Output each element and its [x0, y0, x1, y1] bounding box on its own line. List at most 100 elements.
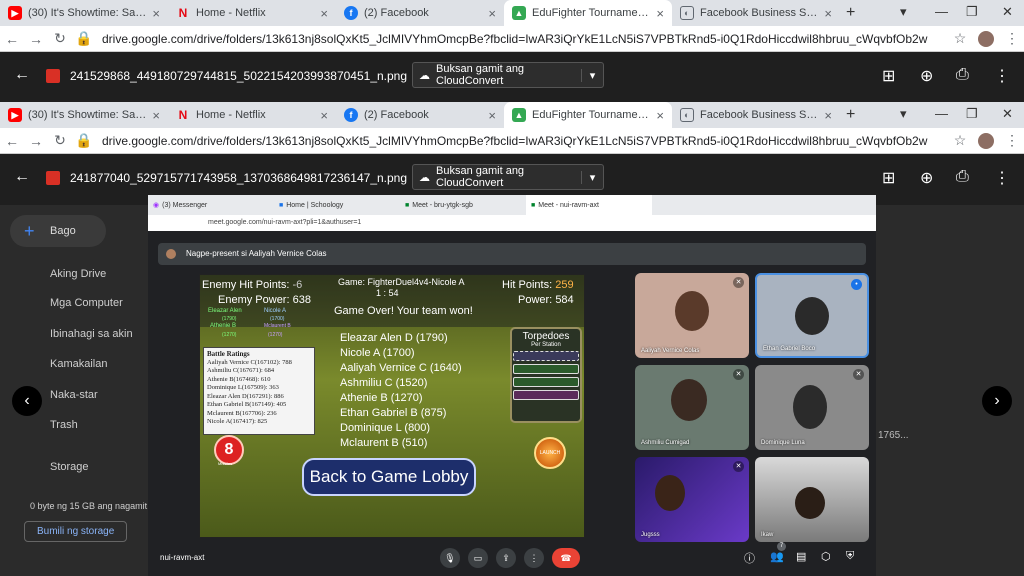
more-icon[interactable]: ⋮: [994, 66, 1010, 86]
avatar[interactable]: [978, 30, 994, 47]
drive-icon: ▲: [512, 108, 526, 122]
participant-tile[interactable]: ✕ Jugsss: [635, 457, 749, 542]
restore-icon[interactable]: ❐: [966, 4, 978, 20]
add-icon[interactable]: ⊕: [920, 66, 933, 86]
close-icon[interactable]: ×: [824, 108, 832, 123]
facebook-icon: f: [344, 108, 358, 122]
meet-url[interactable]: meet.google.com/nui-ravm-axt?pli=1&authu…: [148, 215, 876, 231]
star-icon[interactable]: ☆: [948, 30, 972, 47]
participant-tile[interactable]: ✕ Aaliyah Vernice Colas: [635, 273, 749, 358]
info-icon[interactable]: ⓘ: [744, 550, 755, 566]
reload-icon[interactable]: ↻: [48, 30, 72, 47]
chat-icon[interactable]: ▤: [796, 550, 806, 563]
new-tab-icon[interactable]: +: [846, 106, 855, 124]
next-arrow-button[interactable]: ›: [982, 386, 1012, 416]
forward-icon[interactable]: →: [24, 31, 48, 47]
mic-off-icon: ✕: [853, 369, 864, 380]
print-icon[interactable]: ⎙: [956, 168, 969, 186]
back-icon[interactable]: ←: [0, 31, 24, 47]
mic-button[interactable]: 🎙: [440, 548, 460, 568]
people-icon[interactable]: 👥: [770, 550, 784, 563]
back-to-lobby-button[interactable]: Back to Game Lobby: [302, 458, 476, 496]
nav-trash[interactable]: Trash: [50, 419, 78, 431]
star-icon[interactable]: ☆: [948, 132, 972, 149]
present-button[interactable]: ⇪: [496, 548, 516, 568]
add-to-drive-icon[interactable]: ⊞: [882, 168, 895, 188]
minimize-icon[interactable]: —: [935, 4, 948, 19]
back-icon[interactable]: ←: [0, 133, 24, 149]
url-field[interactable]: drive.google.com/drive/folders/13k613nj8…: [96, 32, 948, 46]
tab-messenger[interactable]: ◉ (3) Messenger: [148, 195, 274, 215]
tab-netflix[interactable]: N Home - Netflix ×: [168, 0, 336, 26]
minimize-icon[interactable]: —: [935, 106, 948, 121]
shield-icon[interactable]: ⛨: [846, 550, 854, 563]
forward-icon[interactable]: →: [24, 133, 48, 149]
tab-facebook[interactable]: f (2) Facebook ×: [336, 0, 504, 26]
close-window-icon[interactable]: ✕: [1002, 106, 1013, 122]
url-field[interactable]: drive.google.com/drive/folders/13k613nj8…: [96, 134, 948, 148]
nav-shared[interactable]: Ibinahagi sa akin: [50, 328, 133, 340]
mic-off-icon: ✕: [733, 277, 744, 288]
tab-youtube[interactable]: ▶(30) It's Showtime: Sandara gi×: [0, 102, 168, 128]
close-icon[interactable]: ×: [824, 6, 832, 21]
close-window-icon[interactable]: ✕: [1002, 4, 1013, 20]
tab-netflix[interactable]: N Home - Netflix ×: [168, 102, 336, 128]
game-screen: Enemy Hit Points: -6 Enemy Power: 638 Ga…: [199, 274, 585, 538]
more-icon[interactable]: ⋮: [994, 168, 1010, 188]
menu-icon[interactable]: ⋮: [1000, 30, 1024, 47]
tab-business-suite[interactable]: ◐ Facebook Business Suite ×: [672, 0, 840, 26]
avatar[interactable]: [978, 132, 994, 149]
back-arrow-icon[interactable]: ←: [14, 66, 30, 84]
activities-icon[interactable]: ⬡: [821, 550, 831, 563]
close-icon[interactable]: ×: [320, 6, 328, 21]
tab-edufighter[interactable]: ▲EduFighter Tournament - Goo×: [504, 102, 672, 128]
more-options-button[interactable]: ⋮: [524, 548, 544, 568]
nav-my-drive[interactable]: Aking Drive: [50, 268, 106, 280]
tab-facebook[interactable]: f (2) Facebook ×: [336, 102, 504, 128]
participant-tile[interactable]: ✕ Ashmiliu Cumigad: [635, 365, 749, 450]
restore-icon[interactable]: ❐: [966, 106, 978, 122]
tab-meet-1[interactable]: ■ Meet - bru-ytgk-sgb: [400, 195, 526, 215]
nav-storage[interactable]: Storage: [50, 461, 89, 473]
participant-count-badge: 7: [777, 542, 786, 551]
tab-edufighter[interactable]: ▲EduFighter Tournament - Goo×: [504, 0, 672, 26]
reload-icon[interactable]: ↻: [48, 132, 72, 149]
open-with-button[interactable]: ☁ Buksan gamit ang CloudConvert ▾: [412, 164, 604, 190]
close-icon[interactable]: ×: [488, 6, 496, 21]
prev-arrow-button[interactable]: ‹: [12, 386, 42, 416]
buy-storage-button[interactable]: Bumili ng storage: [24, 521, 128, 542]
close-icon[interactable]: ×: [320, 108, 328, 123]
participant-tile[interactable]: Ikaw: [755, 457, 869, 542]
close-icon[interactable]: ×: [152, 108, 160, 123]
tab-youtube[interactable]: ▶(30) It's Showtime: Sandara gi×: [0, 0, 168, 26]
participant-tile[interactable]: ✕ Dominique Luna: [755, 365, 869, 450]
back-arrow-icon[interactable]: ←: [14, 168, 30, 186]
chevron-down-icon[interactable]: ▾: [581, 170, 603, 184]
add-icon[interactable]: ⊕: [920, 168, 933, 188]
menu-icon[interactable]: ⋮: [1000, 132, 1024, 149]
nav-recent[interactable]: Kamakailan: [50, 358, 107, 370]
close-icon[interactable]: ×: [656, 108, 664, 123]
chevron-down-icon[interactable]: ▾: [581, 68, 603, 82]
tab-meet-2[interactable]: ■ Meet - nui-ravm-axt: [526, 195, 652, 215]
image-file-icon: [46, 69, 60, 83]
nav-starred[interactable]: Naka-star: [50, 389, 98, 401]
open-with-button[interactable]: ☁ Buksan gamit ang CloudConvert ▾: [412, 62, 604, 88]
nav-computers[interactable]: Mga Computer: [50, 297, 123, 309]
close-icon[interactable]: ×: [656, 6, 664, 21]
new-button[interactable]: + Bago: [10, 215, 106, 247]
profile-dropdown-icon[interactable]: ▾: [900, 4, 907, 20]
close-icon[interactable]: ×: [488, 108, 496, 123]
participant-tile[interactable]: • Ethan Gabriel Boco: [755, 273, 869, 358]
close-icon[interactable]: ×: [152, 6, 160, 21]
leave-call-button[interactable]: ☎: [552, 548, 580, 568]
tab-schoology[interactable]: ■ Home | Schoology: [274, 195, 400, 215]
new-tab-icon[interactable]: +: [846, 4, 855, 22]
profile-dropdown-icon[interactable]: ▾: [900, 106, 907, 122]
print-icon[interactable]: ⎙: [956, 66, 969, 84]
tab-business-suite[interactable]: ◐ Facebook Business Suite ×: [672, 102, 840, 128]
launch-button[interactable]: LAUNCH: [534, 437, 566, 469]
add-to-drive-icon[interactable]: ⊞: [882, 66, 895, 86]
camera-button[interactable]: ▭: [468, 548, 488, 568]
inner-address-bar: ← → ↻ 🔒 drive.google.com/drive/folders/13k6…: [0, 128, 1024, 154]
